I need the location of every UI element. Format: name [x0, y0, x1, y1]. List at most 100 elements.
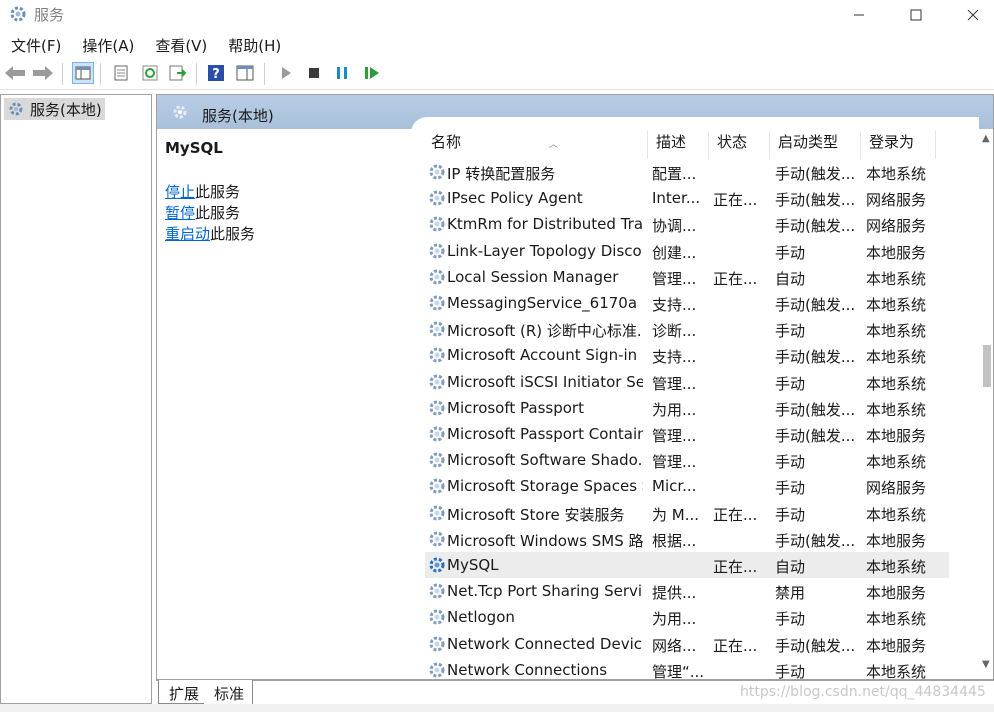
menu-help[interactable]: 帮助(H) [217, 30, 291, 58]
column-separator[interactable] [708, 131, 709, 159]
service-logon-cell: 网络服务 [866, 479, 927, 498]
service-row[interactable]: Link-Layer Topology Disco... 创建... 手动 本地服务 [425, 238, 949, 264]
minimize-button[interactable] [836, 0, 882, 30]
scroll-down-icon[interactable]: ▼ [982, 659, 990, 670]
service-row[interactable]: Network Connections 管理“... 手动 本地系统 [425, 657, 949, 680]
show-hide-console-tree-button[interactable] [72, 62, 94, 84]
service-name-cell: MySQL [447, 556, 499, 574]
maximize-button[interactable] [893, 0, 939, 30]
service-name-cell: Net.Tcp Port Sharing Service [447, 582, 643, 601]
service-name-cell: KtmRm for Distributed Tra... [447, 215, 643, 234]
restart-service-button[interactable] [361, 62, 383, 84]
service-gear-icon [427, 555, 447, 579]
stop-service-button[interactable] [303, 62, 325, 84]
service-row[interactable]: Microsoft Windows SMS 路... 根据... 手动(触发... 本… [425, 526, 949, 552]
service-description-cell: 协调... [652, 217, 697, 236]
start-service-button[interactable] [275, 62, 297, 84]
maximize-icon [910, 9, 922, 21]
tab-extended[interactable]: 扩展 [158, 680, 209, 704]
service-row[interactable]: Microsoft Passport 为用... 手动(触发... 本地系统 [425, 395, 949, 421]
service-name-cell: IP 转换配置服务 [447, 165, 556, 183]
column-header-description[interactable]: 描述 [656, 131, 686, 159]
service-name-cell: Link-Layer Topology Disco... [447, 241, 643, 260]
tree-item-services-local[interactable]: 服务(本地) [4, 98, 105, 120]
refresh-button[interactable] [139, 62, 161, 84]
help-button[interactable]: ? [205, 62, 227, 84]
service-row[interactable]: Netlogon 为用... 手动 本地系统 [425, 604, 949, 630]
pause-service-link[interactable]: 暂停 [165, 204, 195, 222]
service-name-cell: Microsoft Passport Container [447, 425, 643, 443]
service-description-cell: 根据... [652, 531, 697, 550]
service-row[interactable]: Net.Tcp Port Sharing Service 提供... 禁用 本地服务 [425, 578, 949, 604]
service-row[interactable]: IPsec Policy Agent Inter... 正在... 手动(触发... 网… [425, 185, 949, 211]
toolbar: ? [0, 58, 994, 90]
service-row[interactable]: Microsoft (R) 诊断中心标准... 诊断... 手动 本地系统 [425, 316, 949, 342]
service-detail-panel: MySQL 停止此服务 暂停此服务 重启动此服务 [157, 129, 411, 679]
column-header-log-on-as[interactable]: 登录为 [869, 131, 914, 159]
toolbar-separator [100, 63, 101, 85]
service-row[interactable]: Local Session Manager 管理... 正在... 自动 本地系统 [425, 264, 949, 290]
service-row[interactable]: Microsoft Software Shado... 管理... 手动 本地系统 [425, 447, 949, 473]
help-icon: ? [208, 65, 224, 82]
restart-service-action: 重启动此服务 [165, 223, 255, 244]
service-startup-type-cell: 手动(触发... [775, 296, 856, 314]
service-row[interactable]: IP 转换配置服务 配置... 手动(触发... 本地系统 [425, 159, 949, 185]
services-list: 名称 ︿ 描述 状态 启动类型 登录为 IP 转换配置服务 配置... 手动(触发.… [411, 117, 979, 680]
pause-service-button[interactable] [331, 62, 353, 84]
menu-file[interactable]: 文件(F) [0, 30, 71, 58]
service-startup-type-cell: 手动(触发... [775, 191, 856, 210]
menu-action[interactable]: 操作(A) [71, 30, 144, 58]
column-separator[interactable] [935, 131, 936, 159]
service-startup-type-cell: 手动 [775, 322, 806, 341]
properties-icon [114, 65, 128, 81]
service-row[interactable]: Microsoft iSCSI Initiator Ser... 管理... 手动 本… [425, 369, 949, 395]
service-logon-cell: 本地系统 [866, 269, 927, 288]
scrollbar-thumb[interactable] [983, 345, 991, 387]
restart-service-link[interactable]: 重启动 [165, 225, 210, 243]
console-tree: 服务(本地) [0, 94, 152, 704]
stop-service-link[interactable]: 停止 [165, 183, 195, 201]
service-logon-cell: 本地系统 [866, 348, 927, 367]
service-name-cell: Microsoft Account Sign-in ... [447, 346, 643, 365]
close-button[interactable] [950, 0, 994, 30]
service-logon-cell: 本地系统 [866, 610, 927, 629]
tab-standard[interactable]: 标准 [204, 680, 254, 704]
back-button[interactable] [4, 62, 26, 84]
service-logon-cell: 本地系统 [866, 662, 927, 680]
service-logon-cell: 本地服务 [866, 531, 927, 550]
service-row[interactable]: MessagingService_6170a 支持... 手动(触发... 本地系统 [425, 290, 949, 316]
service-row[interactable]: Network Connected Devic... 网络... 正在... 手动(触… [425, 631, 949, 657]
menu-bar: 文件(F) 操作(A) 查看(V) 帮助(H) [0, 30, 994, 58]
restart-icon [365, 67, 379, 79]
tree-item-label: 服务(本地) [30, 100, 102, 119]
toolbar-separator [264, 63, 265, 85]
properties-button[interactable] [110, 62, 132, 84]
stop-service-action: 停止此服务 [165, 181, 240, 202]
scroll-up-icon[interactable]: ▲ [982, 133, 990, 144]
column-header-startup-type[interactable]: 启动类型 [778, 131, 838, 159]
service-name-cell: Network Connected Devic... [447, 634, 643, 653]
export-list-button[interactable] [167, 62, 189, 84]
vertical-scrollbar[interactable]: ▲ ▼ [979, 129, 993, 679]
show-action-pane-button[interactable] [234, 62, 256, 84]
menu-view[interactable]: 查看(V) [144, 30, 217, 58]
column-header-name[interactable]: 名称 ︿ [431, 131, 558, 159]
gear-icon [171, 103, 191, 125]
service-row[interactable]: Microsoft Store 安装服务 为 M... 正在... 手动 本地系统 [425, 500, 949, 526]
status-bar [0, 704, 994, 712]
column-separator[interactable] [769, 131, 770, 159]
column-separator[interactable] [860, 131, 861, 159]
service-row[interactable]: Microsoft Account Sign-in ... 支持... 手动(触发.… [425, 342, 949, 368]
forward-button[interactable] [32, 62, 54, 84]
service-row[interactable]: MySQL 正在... 自动 本地系统 [425, 552, 949, 578]
column-header-status[interactable]: 状态 [717, 131, 747, 159]
service-gear-icon [427, 188, 447, 212]
service-logon-cell: 本地系统 [866, 400, 927, 419]
service-name-cell: Microsoft Windows SMS 路... [447, 531, 643, 550]
service-row[interactable]: Microsoft Storage Spaces S... Micr... 手动 网络… [425, 473, 949, 499]
column-separator[interactable] [647, 131, 648, 159]
service-row[interactable]: KtmRm for Distributed Tra... 协调... 手动(触发..… [425, 211, 949, 237]
service-row[interactable]: Microsoft Passport Container 管理... 手动(触发..… [425, 421, 949, 447]
service-status-cell: 正在... [713, 558, 758, 576]
service-name-cell: IPsec Policy Agent [447, 189, 583, 208]
